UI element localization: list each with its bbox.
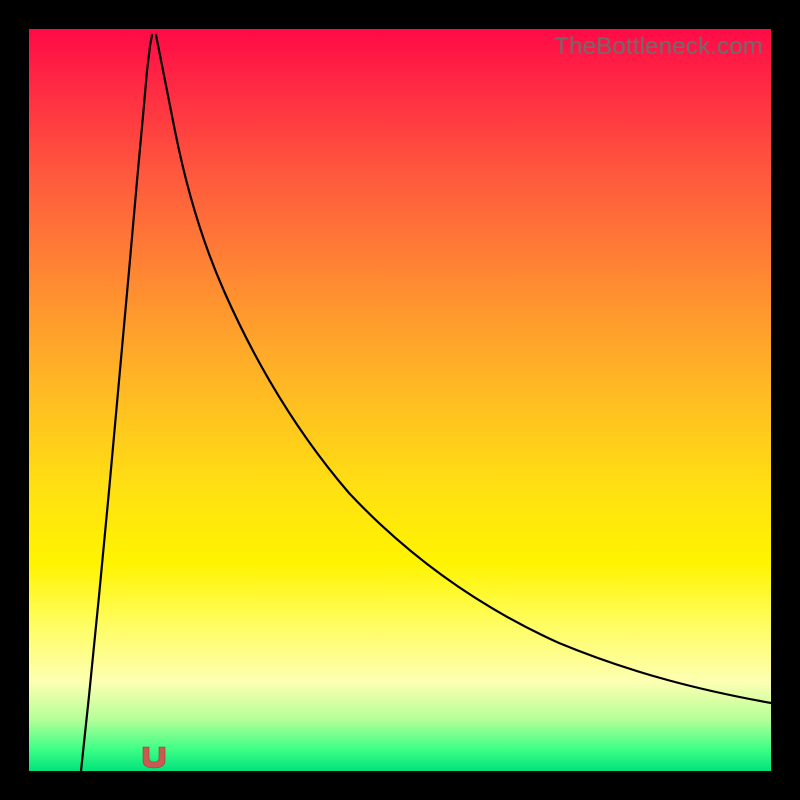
bottleneck-curve [29, 29, 771, 771]
plot-area: TheBottleneck.com [29, 29, 771, 771]
chart-frame: TheBottleneck.com [0, 0, 800, 800]
curve-left-branch [81, 35, 152, 771]
curve-right-branch [156, 35, 771, 703]
